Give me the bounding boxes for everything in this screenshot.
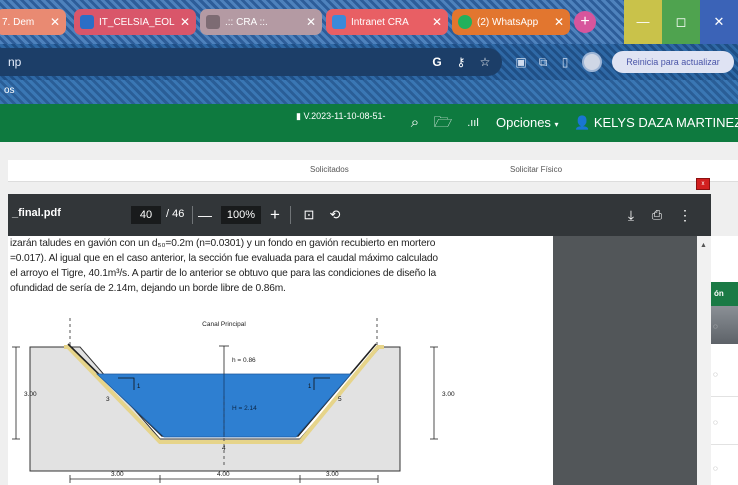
page-total: / 46	[166, 208, 185, 220]
pdf-viewport[interactable]: izarán taludes en gavión con un d₅₀=0.2m…	[8, 236, 711, 485]
user-icon: 👤	[574, 115, 591, 130]
bookmarks-bar: os	[0, 80, 738, 104]
app-header: ▮ V.2023-11-10-08-51- ⌕ 🗁 .ııl Opciones …	[0, 104, 738, 142]
height-right-label: 3.00	[442, 391, 455, 398]
folder-open-icon[interactable]: 🗁	[432, 104, 454, 142]
background-table-panel: ón ◌ ◌ ◌ ◌	[711, 236, 738, 485]
browser-tab-strip: 7. Dem ✕ IT_CELSIA_EOLI ✕ .:: CRA ::. ✕ …	[0, 0, 738, 44]
tab-solicitar-fisico[interactable]: Solicitar Físico	[510, 165, 562, 174]
browser-toolbar: np G ⚷ ☆ ▣ ⧉ ▯ Reinicia para actualizar	[0, 44, 738, 80]
height-left-label: 3.00	[24, 391, 37, 398]
new-tab-button[interactable]: +	[574, 11, 596, 33]
close-modal-button[interactable]: x	[696, 178, 710, 190]
close-icon[interactable]: ✕	[554, 15, 564, 29]
toolbar-divider	[192, 206, 193, 224]
tab-title: Intranet CRA	[351, 16, 409, 28]
width-right-label: 3.00	[326, 471, 339, 478]
password-key-icon[interactable]: ⚷	[452, 53, 470, 71]
toolbar-divider	[290, 206, 291, 224]
tab-title: (2) WhatsApp	[477, 16, 539, 28]
search-icon[interactable]: ⌕	[404, 104, 426, 142]
caret-down-icon: ▾	[554, 120, 559, 129]
zoom-input[interactable]: 100%	[221, 206, 261, 224]
version-text: V.2023-11-10-08-51-	[303, 111, 386, 121]
figure-title: Canal Principal	[202, 321, 246, 328]
browser-tab-it-celsia[interactable]: IT_CELSIA_EOLI ✕	[74, 9, 196, 35]
zoom-out-button[interactable]: —	[194, 204, 216, 226]
scroll-up-icon[interactable]: ▲	[700, 242, 707, 249]
extensions-puzzle-icon[interactable]: ⧉	[536, 53, 550, 71]
close-icon[interactable]: ✕	[50, 15, 60, 29]
table-header: ón	[711, 282, 738, 306]
right-slope-code: 5	[338, 396, 342, 403]
close-icon[interactable]: ✕	[306, 15, 316, 29]
google-icon[interactable]: G	[428, 53, 446, 71]
water-depth-label: H = 2.14	[232, 405, 257, 412]
profile-avatar[interactable]	[582, 52, 602, 72]
pdf-scrollbar[interactable]: ▲	[697, 236, 711, 485]
extension-icon[interactable]: ▣	[514, 53, 528, 71]
pdf-toolbar: _final.pdf 40 / 46 — 100% + ⊡ ⟲ ⤓ ⎙ ⋮	[8, 194, 711, 236]
minimize-button[interactable]: —	[624, 0, 662, 44]
site-icon	[206, 15, 220, 29]
row-divider	[711, 444, 738, 445]
radio-option[interactable]: ◌	[713, 370, 718, 379]
document-icon	[80, 15, 94, 29]
radio-option[interactable]: ◌	[713, 322, 718, 331]
width-left-label: 3.00	[111, 471, 124, 478]
fit-page-icon[interactable]: ⊡	[298, 204, 320, 226]
maximize-button[interactable]: ◻	[662, 0, 700, 44]
bookmark-star-icon[interactable]: ☆	[476, 53, 494, 71]
freeboard-label: h = 0.86	[232, 357, 256, 364]
user-menu[interactable]: 👤 KELYS DAZA MARTINEZ ▾	[574, 104, 738, 142]
update-button[interactable]: Reinicia para actualizar	[612, 51, 734, 73]
radio-option[interactable]: ◌	[713, 464, 718, 473]
address-bar[interactable]: np	[0, 48, 502, 76]
tab-title: 7. Dem	[2, 16, 35, 28]
close-window-button[interactable]: ✕	[700, 0, 738, 44]
address-text: np	[8, 55, 22, 69]
bottom-code: 4	[222, 445, 226, 452]
print-icon[interactable]: ⎙	[646, 204, 668, 226]
whatsapp-icon	[458, 15, 472, 29]
zoom-in-button[interactable]: +	[264, 204, 286, 226]
pdf-page: izarán taludes en gavión con un d₅₀=0.2m…	[8, 236, 553, 485]
opciones-menu[interactable]: Opciones ▾	[496, 104, 559, 142]
user-name: KELYS DAZA MARTINEZ	[593, 115, 738, 130]
opciones-label: Opciones	[496, 115, 551, 130]
browser-tab-dem[interactable]: 7. Dem ✕	[0, 9, 66, 35]
tab-title: IT_CELSIA_EOLI	[99, 16, 175, 28]
close-icon[interactable]: ✕	[180, 15, 190, 29]
bookmark-item[interactable]: os	[4, 85, 15, 96]
site-icon	[332, 15, 346, 29]
sidebar-icon[interactable]: ▯	[558, 53, 572, 71]
download-icon[interactable]: ⤓	[620, 204, 642, 226]
left-slope-code: 3	[106, 396, 110, 403]
browser-tab-intranet[interactable]: Intranet CRA ✕	[326, 9, 448, 35]
tab-title: .:: CRA ::.	[225, 16, 268, 28]
radio-option[interactable]: ◌	[713, 418, 718, 427]
browser-tab-cra[interactable]: .:: CRA ::. ✕	[200, 9, 322, 35]
rotate-icon[interactable]: ⟲	[324, 204, 346, 226]
close-icon[interactable]: ✕	[432, 15, 442, 29]
browser-tab-whatsapp[interactable]: (2) WhatsApp ✕	[452, 9, 570, 35]
row-divider	[711, 396, 738, 397]
version-label: ▮ V.2023-11-10-08-51-	[296, 106, 386, 144]
signal-icon[interactable]: .ııl	[462, 104, 484, 142]
version-icon: ▮	[296, 111, 301, 121]
more-options-icon[interactable]: ⋮	[674, 204, 696, 226]
channel-cross-section-figure: Canal Principal h = 0.86 H = 2.14 1 1 3 …	[12, 318, 455, 483]
request-tabs: Solicitados Solicitar Físico	[8, 160, 738, 182]
pdf-filename: _final.pdf	[12, 207, 61, 219]
screenshot-root: 7. Dem ✕ IT_CELSIA_EOLI ✕ .:: CRA ::. ✕ …	[0, 0, 738, 485]
tab-solicitados[interactable]: Solicitados	[310, 165, 349, 174]
page-number-input[interactable]: 40	[131, 206, 161, 224]
width-bottom-label: 4.00	[217, 471, 230, 478]
